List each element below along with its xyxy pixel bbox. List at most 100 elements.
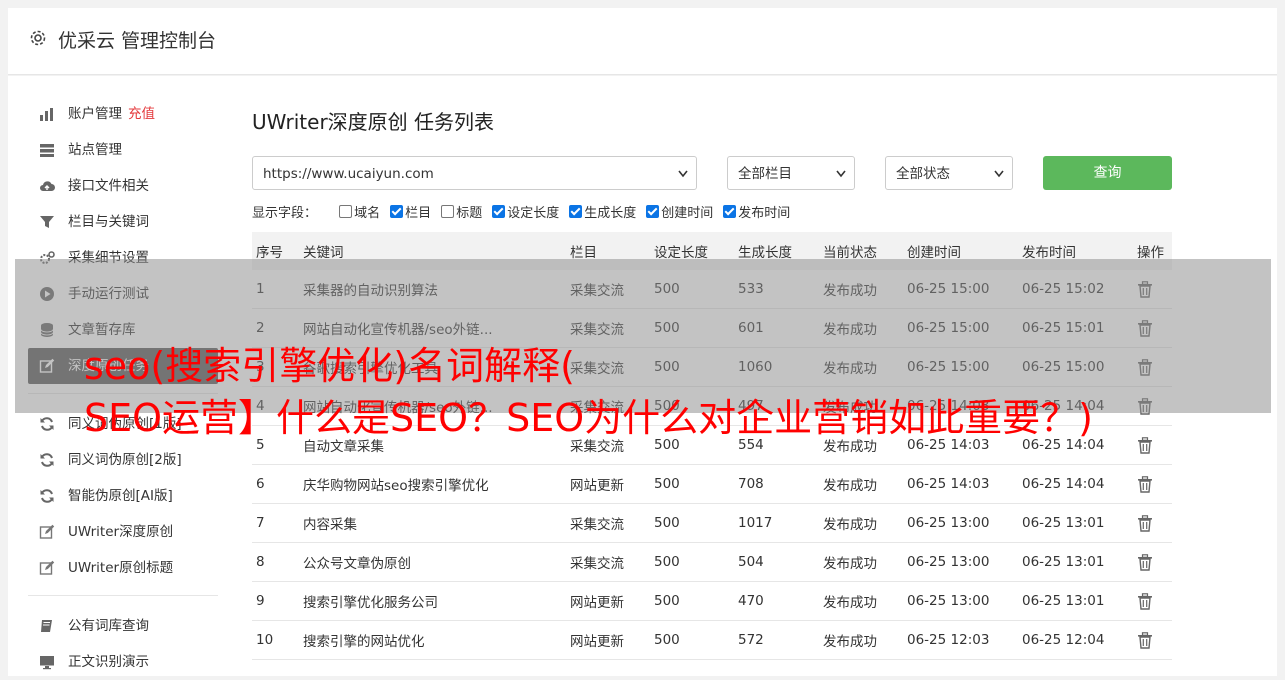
field-checkbox-label: 设定长度 — [507, 206, 560, 221]
trash-icon[interactable] — [1137, 631, 1153, 649]
table-cell: 发布成功 — [819, 620, 903, 660]
edit-icon — [39, 524, 55, 539]
status-select[interactable]: 全部状态 — [885, 156, 1013, 190]
field-checkbox-label: 创建时间 — [661, 206, 714, 221]
sidebar-item-label: 接口文件相关 — [68, 178, 149, 194]
table-cell: 06-25 14:03 — [903, 464, 1018, 504]
overlay-headline: seo(搜索引擎优化)名词解释( SEO运营】什么是SEO？SEO为什么对企业营… — [84, 340, 1264, 444]
table-cell: 搜索引擎优化服务公司 — [299, 581, 566, 621]
table-cell: 采集交流 — [566, 542, 650, 582]
chevron-down-icon — [994, 170, 1004, 178]
display-fields: 显示字段： 域名 栏目 标题 设定长度 生成长度 创建时间 发布时间 — [252, 202, 800, 221]
checkbox-box[interactable] — [390, 205, 404, 218]
table-cell: 06-25 14:04 — [1018, 464, 1133, 504]
table-cell: 500 — [650, 581, 734, 621]
sidebar-item-label: 公有词库查询 — [68, 618, 149, 634]
trash-icon[interactable] — [1137, 592, 1153, 610]
sidebar-item-label: 智能伪原创[AI版] — [68, 488, 173, 504]
overlay-line-2: SEO运营】什么是SEO？SEO为什么对企业营销如此重要？) — [84, 396, 1093, 440]
delete-action[interactable] — [1133, 542, 1172, 582]
status-select-value: 全部状态 — [896, 166, 950, 182]
sidebar-item-11[interactable]: UWriter深度原创 — [28, 514, 218, 550]
table-cell: 9 — [252, 581, 299, 621]
table-cell: 发布成功 — [819, 542, 903, 582]
overlay-line-1: seo(搜索引擎优化)名词解释( — [84, 344, 575, 388]
field-checkbox[interactable]: 创建时间 — [646, 202, 713, 221]
checkbox-box[interactable] — [492, 205, 506, 218]
trash-icon[interactable] — [1137, 475, 1153, 493]
column-select[interactable]: 全部栏目 — [727, 156, 855, 190]
table-cell: 572 — [734, 620, 819, 660]
trash-icon[interactable] — [1137, 514, 1153, 532]
sidebar-item-0[interactable]: 账户管理 充值 — [28, 96, 218, 132]
field-checkbox[interactable]: 域名 — [339, 202, 380, 221]
field-checkbox-label: 栏目 — [405, 206, 432, 221]
field-checkbox[interactable]: 设定长度 — [492, 202, 559, 221]
sidebar-item-10[interactable]: 智能伪原创[AI版] — [28, 478, 218, 514]
sidebar-item-label: UWriter原创标题 — [68, 560, 174, 576]
table-cell: 1017 — [734, 503, 819, 543]
sidebar-item-12[interactable]: UWriter原创标题 — [28, 550, 218, 586]
table-cell: 06-25 13:00 — [903, 581, 1018, 621]
page-title: UWriter深度原创 任务列表 — [252, 110, 495, 134]
fields-label: 显示字段： — [252, 206, 318, 221]
table-cell: 06-25 13:00 — [903, 503, 1018, 543]
table-cell: 公众号文章伪原创 — [299, 542, 566, 582]
refresh-icon — [40, 489, 54, 503]
trash-icon[interactable] — [1137, 553, 1153, 571]
table-cell: 06-25 12:04 — [1018, 620, 1133, 660]
field-checkbox[interactable]: 生成长度 — [569, 202, 636, 221]
table-cell: 庆华购物网站seo搜索引擎优化 — [299, 464, 566, 504]
table-cell: 网站更新 — [566, 464, 650, 504]
table-cell: 内容采集 — [299, 503, 566, 543]
checkbox-box[interactable] — [441, 205, 455, 218]
chevron-down-icon — [678, 170, 688, 178]
checkbox-box[interactable] — [723, 205, 737, 218]
sidebar-item-14[interactable]: 正文识别演示 — [28, 644, 218, 680]
table-cell: 10 — [252, 620, 299, 660]
field-checkbox-label: 发布时间 — [738, 206, 791, 221]
checkbox-box[interactable] — [569, 205, 583, 218]
sidebar-item-label: 站点管理 — [68, 142, 122, 158]
sidebar-item-2[interactable]: 接口文件相关 — [28, 168, 218, 204]
delete-action[interactable] — [1133, 464, 1172, 504]
field-checkbox-label: 生成长度 — [584, 206, 637, 221]
table-cell: 06-25 13:01 — [1018, 581, 1133, 621]
column-select-value: 全部栏目 — [738, 166, 792, 182]
field-checkbox[interactable]: 标题 — [441, 202, 482, 221]
edit-icon — [39, 560, 55, 575]
checkbox-box[interactable] — [339, 205, 353, 218]
delete-action[interactable] — [1133, 620, 1172, 660]
sidebar-item-3[interactable]: 栏目与关键词 — [28, 204, 218, 240]
field-checkbox[interactable]: 栏目 — [390, 202, 431, 221]
site-select[interactable]: https://www.ucaiyun.com — [252, 156, 697, 190]
site-select-value: https://www.ucaiyun.com — [263, 166, 434, 182]
delete-action[interactable] — [1133, 503, 1172, 543]
field-checkbox[interactable]: 发布时间 — [723, 202, 790, 221]
table-cell: 网站更新 — [566, 620, 650, 660]
sidebar-item-13[interactable]: 公有词库查询 — [28, 608, 218, 644]
query-button[interactable]: 查询 — [1043, 156, 1172, 190]
table-row: 9 搜索引擎优化服务公司 网站更新 500 470 发布成功 06-25 13:00 06-2… — [252, 581, 1172, 621]
table-cell: 470 — [734, 581, 819, 621]
checkbox-box[interactable] — [646, 205, 660, 218]
recharge-link[interactable]: 充值 — [128, 106, 155, 122]
table-row: 10 搜索引擎的网站优化 网站更新 500 572 发布成功 06-25 12:03 06-2… — [252, 620, 1172, 660]
sidebar-item-label: 正文识别演示 — [68, 654, 149, 670]
table-cell: 504 — [734, 542, 819, 582]
server-icon — [40, 144, 54, 157]
table-cell: 网站更新 — [566, 581, 650, 621]
table-row: 8 公众号文章伪原创 采集交流 500 504 发布成功 06-25 13:00 06-25 … — [252, 542, 1172, 582]
sidebar-item-label: 栏目与关键词 — [68, 214, 149, 230]
table-cell: 500 — [650, 542, 734, 582]
field-checkbox-label: 标题 — [456, 206, 483, 221]
table-cell: 06-25 13:01 — [1018, 503, 1133, 543]
sidebar-item-9[interactable]: 同义词伪原创[2版] — [28, 442, 218, 478]
table-cell: 708 — [734, 464, 819, 504]
table-cell: 发布成功 — [819, 581, 903, 621]
sidebar-item-1[interactable]: 站点管理 — [28, 132, 218, 168]
table-cell: 06-25 12:03 — [903, 620, 1018, 660]
sidebar-item-label: 同义词伪原创[2版] — [68, 452, 182, 468]
monitor-icon — [40, 656, 54, 670]
delete-action[interactable] — [1133, 581, 1172, 621]
